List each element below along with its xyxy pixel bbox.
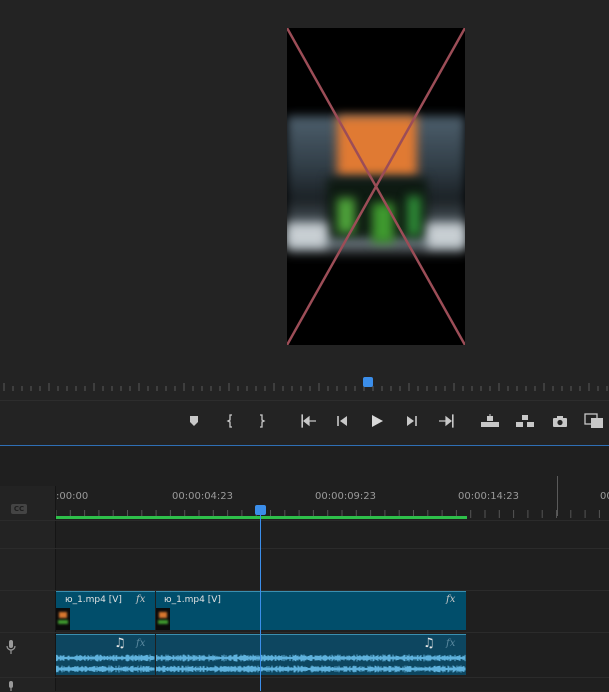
- safe-margin-cross-icon: [287, 28, 465, 345]
- fx-badge[interactable]: fx: [136, 638, 145, 649]
- ruler-timecode: 00: [600, 491, 609, 502]
- step-forward-button[interactable]: [399, 409, 425, 433]
- marker-icon: [190, 416, 198, 426]
- program-monitor-video-frame[interactable]: [287, 28, 465, 345]
- clip-label: ю_1.mp4 [V]: [65, 595, 122, 605]
- ruler-timecode: 00:00:09:23: [315, 491, 377, 502]
- timeline-end-marker: [557, 476, 558, 516]
- ruler-timecode: :00:00: [56, 491, 89, 502]
- mark-in-button[interactable]: [217, 409, 243, 433]
- audio-clip[interactable]: ♫ fx: [56, 634, 155, 675]
- play-icon: [372, 415, 383, 427]
- track-row-v2: [0, 548, 609, 590]
- go-to-out-icon: [439, 414, 454, 428]
- comparison-view-button[interactable]: [581, 409, 607, 433]
- clip-thumbnail: [156, 608, 170, 630]
- step-back-icon: [337, 416, 347, 426]
- export-frame-button[interactable]: [547, 409, 573, 433]
- add-marker-button[interactable]: [181, 409, 207, 433]
- audio-note-icon: ♫: [423, 636, 435, 651]
- audio-waveform: [56, 654, 155, 673]
- step-forward-icon: [407, 416, 417, 426]
- timeline-playhead-line[interactable]: [260, 512, 261, 691]
- lift-icon: [481, 414, 499, 427]
- go-to-in-icon: [301, 414, 316, 428]
- ruler-timecode: 00:00:14:23: [458, 491, 520, 502]
- program-monitor-time-ruler[interactable]: [0, 373, 609, 393]
- go-to-out-button[interactable]: [434, 409, 460, 433]
- extract-button[interactable]: [512, 409, 538, 433]
- microphone-icon[interactable]: [5, 680, 17, 691]
- camera-icon: [553, 415, 567, 427]
- video-clip[interactable]: ю_1.mp4 [V] fx: [156, 591, 466, 630]
- mark-out-button[interactable]: [249, 409, 275, 433]
- microphone-icon[interactable]: [5, 639, 17, 655]
- lift-button[interactable]: [477, 409, 503, 433]
- work-area-bar[interactable]: [56, 516, 467, 519]
- captions-badge[interactable]: CC: [11, 504, 27, 514]
- fx-badge[interactable]: fx: [446, 594, 455, 605]
- comparison-view-icon: [584, 413, 603, 428]
- audio-clip[interactable]: ♫ fx: [156, 634, 466, 675]
- mark-out-icon: [260, 414, 266, 428]
- go-to-in-button[interactable]: [295, 409, 321, 433]
- fx-badge[interactable]: fx: [136, 594, 145, 605]
- program-monitor-playhead[interactable]: [363, 377, 373, 387]
- play-button[interactable]: [364, 409, 390, 433]
- audio-note-icon: ♫: [114, 636, 126, 651]
- ruler-timecode: 00:00:04:23: [172, 491, 234, 502]
- audio-waveform: [156, 654, 466, 673]
- mark-in-icon: [226, 414, 232, 428]
- extract-icon: [516, 415, 534, 427]
- fx-badge[interactable]: fx: [446, 638, 455, 649]
- clip-thumbnail: [56, 608, 70, 630]
- step-back-button[interactable]: [329, 409, 355, 433]
- track-row-a2: [0, 677, 609, 692]
- video-clip[interactable]: ю_1.mp4 [V] fx: [56, 591, 155, 630]
- clip-label: ю_1.mp4 [V]: [164, 595, 221, 605]
- track-row-v3: [0, 520, 609, 548]
- timeline-playhead[interactable]: [255, 505, 266, 515]
